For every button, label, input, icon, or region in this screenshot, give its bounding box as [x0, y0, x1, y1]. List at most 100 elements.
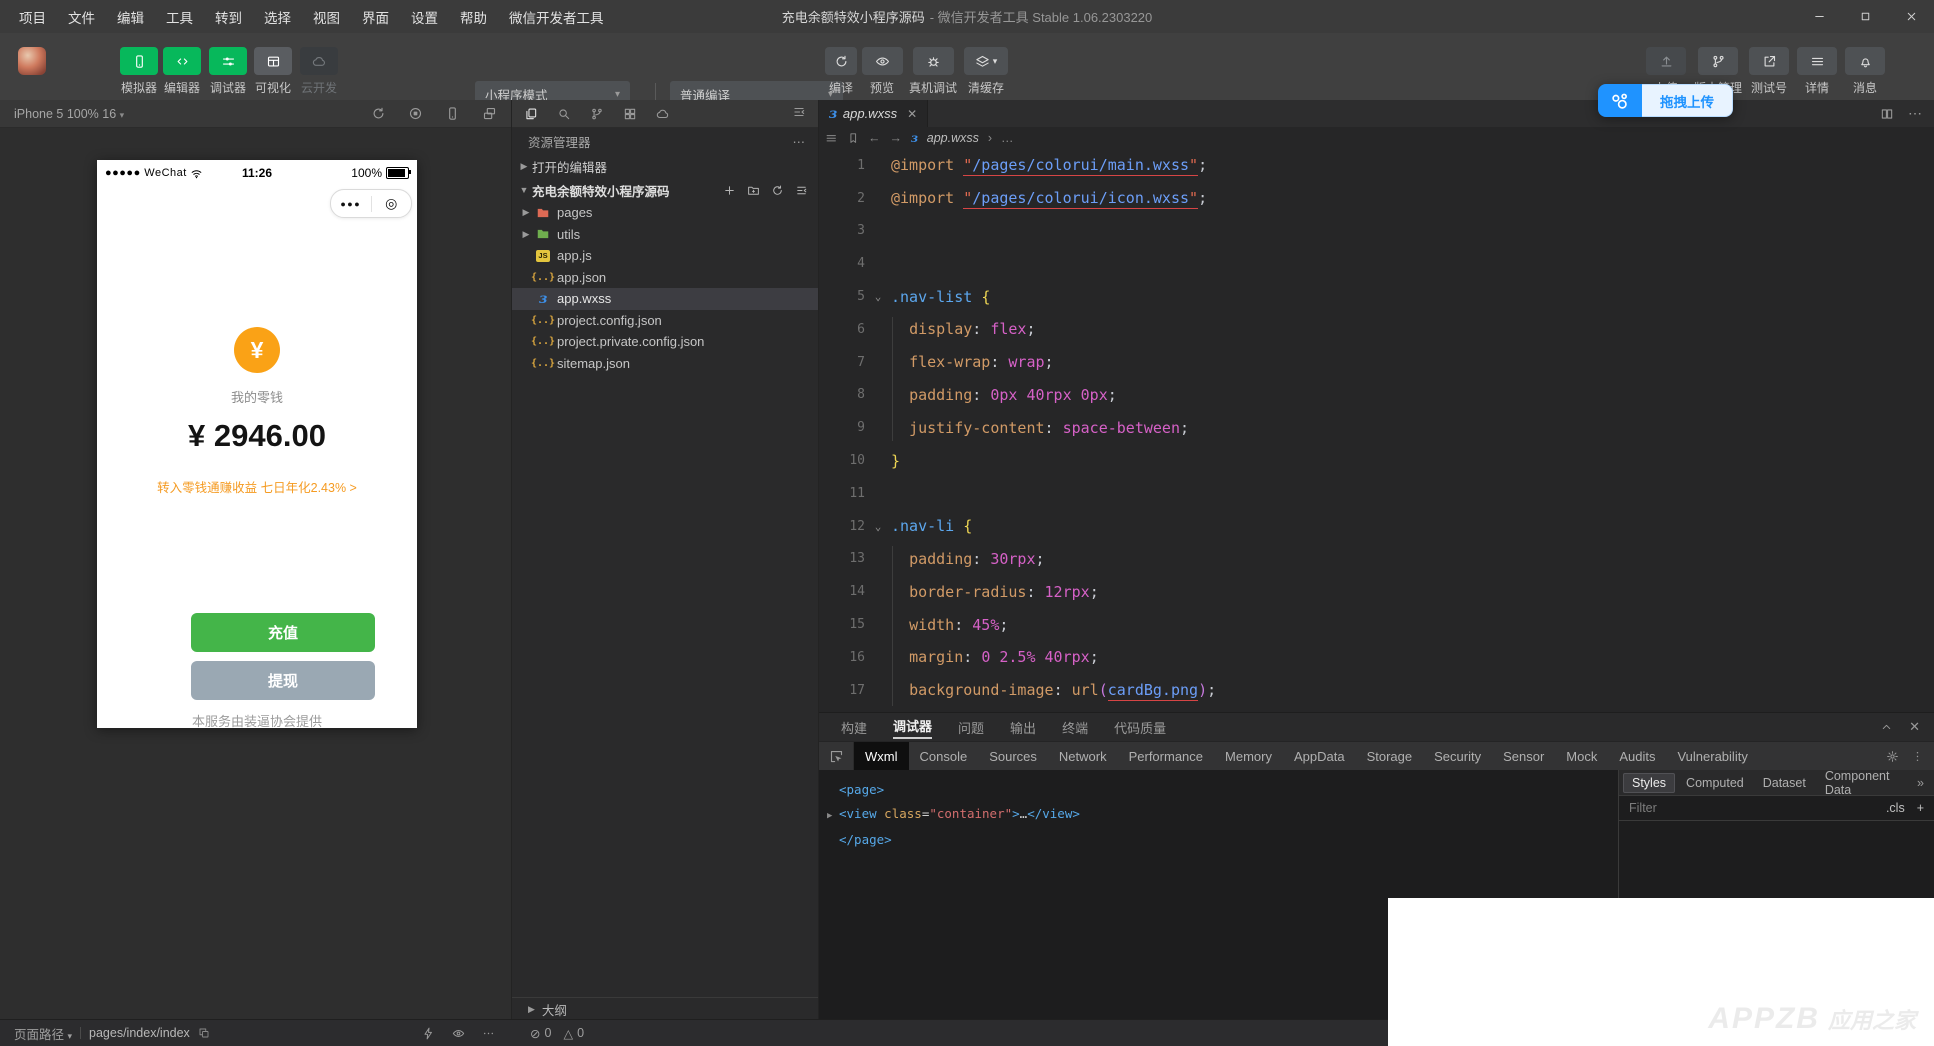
styles-tab-computed[interactable]: Computed: [1678, 774, 1752, 792]
debugger-tab-问题[interactable]: 问题: [958, 718, 984, 737]
outline-menu-icon[interactable]: [825, 132, 838, 145]
devtools-tab-network[interactable]: Network: [1048, 742, 1118, 770]
withdraw-button[interactable]: 提现: [191, 661, 375, 700]
devtools-tab-audits[interactable]: Audits: [1608, 742, 1666, 770]
devtools-tab-mock[interactable]: Mock: [1555, 742, 1608, 770]
cloud-icon[interactable]: [656, 107, 670, 121]
debugger-tab-终端[interactable]: 终端: [1062, 718, 1088, 737]
menu-item-5[interactable]: 转到: [204, 7, 253, 27]
filter-input[interactable]: Filter: [1619, 801, 1886, 815]
overflow-chevrons[interactable]: »: [1917, 776, 1930, 790]
collapse-icon[interactable]: [792, 105, 806, 119]
tree-item-pages[interactable]: ▶pages: [512, 202, 818, 224]
maximize-button[interactable]: [1842, 0, 1888, 33]
debugger-tab-代码质量[interactable]: 代码质量: [1114, 718, 1166, 737]
capsule-more-button[interactable]: ●●●: [331, 199, 371, 209]
problem-counts[interactable]: ⊘0 △0: [530, 1020, 584, 1046]
消息-button[interactable]: [1845, 47, 1885, 75]
debugger-tab-输出[interactable]: 输出: [1010, 718, 1036, 737]
menu-item-6[interactable]: 选择: [253, 7, 302, 27]
debugger-tab-调试器[interactable]: 调试器: [893, 716, 932, 739]
lightning-icon[interactable]: [422, 1027, 435, 1040]
search-icon[interactable]: [557, 107, 571, 121]
inspect-element-button[interactable]: [819, 742, 854, 770]
fold-chevron-icon[interactable]: ⌄: [865, 520, 891, 533]
blocks-icon[interactable]: [623, 107, 637, 121]
bookmark-icon[interactable]: [847, 132, 860, 145]
tree-item-utils[interactable]: ▶utils: [512, 224, 818, 246]
close-button[interactable]: [1888, 0, 1934, 33]
refresh-icon[interactable]: [771, 184, 784, 197]
menu-item-1[interactable]: 项目: [8, 7, 57, 27]
styles-tab-dataset[interactable]: Dataset: [1755, 774, 1814, 792]
device-select[interactable]: iPhone 5 100% 16 ▾: [14, 107, 124, 121]
phone-icon[interactable]: [445, 106, 460, 121]
more-icon[interactable]: [482, 1027, 495, 1040]
kebab-icon[interactable]: [1911, 750, 1924, 763]
fold-chevron-icon[interactable]: ⌄: [865, 290, 891, 303]
tree-item-app.js[interactable]: JSapp.js: [512, 245, 818, 267]
devtools-tab-console[interactable]: Console: [909, 742, 979, 770]
outline-section[interactable]: ▶ 大纲: [512, 997, 818, 1020]
chevup-icon[interactable]: [1880, 719, 1893, 735]
open-editors-section[interactable]: ▶ 打开的编辑器: [512, 154, 818, 178]
recharge-button[interactable]: 充值: [191, 613, 375, 652]
breadcrumb-file[interactable]: app.wxss: [927, 131, 979, 145]
menu-item-2[interactable]: 文件: [57, 7, 106, 27]
files-icon[interactable]: [524, 107, 538, 121]
tree-item-app.wxss[interactable]: ɜapp.wxss: [512, 288, 818, 310]
wxml-node-1[interactable]: <page>: [827, 778, 1618, 802]
page-path-select[interactable]: 页面路径 ▾: [14, 1024, 72, 1043]
split-editor-icon[interactable]: [1880, 105, 1894, 122]
devtools-tab-wxml[interactable]: Wxml: [854, 742, 909, 770]
menu-item-8[interactable]: 界面: [351, 7, 400, 27]
refresh-icon[interactable]: [371, 106, 386, 121]
devtools-tab-performance[interactable]: Performance: [1118, 742, 1214, 770]
folderplus-icon[interactable]: [747, 184, 760, 197]
copy-icon[interactable]: [198, 1027, 210, 1039]
devtools-tab-vulnerability[interactable]: Vulnerability: [1666, 742, 1758, 770]
styles-tab-styles[interactable]: Styles: [1623, 773, 1675, 793]
devtools-tab-storage[interactable]: Storage: [1356, 742, 1424, 770]
drag-upload-popup[interactable]: 拖拽上传: [1598, 84, 1733, 117]
menu-item-10[interactable]: 帮助: [449, 7, 498, 27]
tab-app-wxss[interactable]: ɜ app.wxss ✕: [819, 100, 928, 127]
plus-icon[interactable]: [723, 184, 736, 197]
tree-item-project.private.config.json[interactable]: {..}project.private.config.json: [512, 331, 818, 353]
menu-item-3[interactable]: 编辑: [106, 7, 155, 27]
user-avatar[interactable]: [18, 47, 46, 75]
menu-item-9[interactable]: 设置: [400, 7, 449, 27]
wallet-yield-link[interactable]: 转入零钱通赚收益 七日年化2.43% >: [97, 477, 417, 496]
windows-icon[interactable]: [482, 106, 497, 121]
styles-tab-component-data[interactable]: Component Data: [1817, 767, 1914, 799]
breadcrumb-more[interactable]: …: [1001, 131, 1014, 145]
tree-item-project.config.json[interactable]: {..}project.config.json: [512, 310, 818, 332]
record-icon[interactable]: [408, 106, 423, 121]
menu-item-7[interactable]: 视图: [302, 7, 351, 27]
more-icon[interactable]: ⋯: [1908, 105, 1922, 122]
devtools-tab-appdata[interactable]: AppData: [1283, 742, 1356, 770]
more-icon[interactable]: ⋯: [793, 134, 807, 149]
add-style-button[interactable]: +: [1905, 801, 1934, 815]
close-icon[interactable]: ✕: [907, 107, 917, 121]
devtools-tab-security[interactable]: Security: [1423, 742, 1492, 770]
debugger-tab-构建[interactable]: 构建: [841, 718, 867, 737]
cls-toggle[interactable]: .cls: [1886, 801, 1905, 815]
close-icon[interactable]: ✕: [1909, 719, 1920, 735]
清缓存-button[interactable]: ▾: [964, 47, 1008, 75]
code-editor[interactable]: 1@import "/pages/colorui/main.wxss";2@im…: [819, 149, 1934, 712]
menu-item-11[interactable]: 微信开发者工具: [498, 7, 615, 27]
nav-back-icon[interactable]: ←: [868, 131, 881, 145]
gear-icon[interactable]: [1886, 750, 1899, 763]
tree-item-sitemap.json[interactable]: {..}sitemap.json: [512, 353, 818, 375]
project-root-row[interactable]: ▼ 充电余额特效小程序源码: [512, 178, 818, 202]
eye-icon[interactable]: [452, 1027, 465, 1040]
devtools-tab-sources[interactable]: Sources: [978, 742, 1048, 770]
tree-item-app.json[interactable]: {..}app.json: [512, 267, 818, 289]
nav-forward-icon[interactable]: →: [890, 131, 903, 145]
devtools-tab-memory[interactable]: Memory: [1214, 742, 1283, 770]
云开发-button[interactable]: [300, 47, 338, 75]
wxml-node-2[interactable]: ▶<view class="container">…</view>: [827, 802, 1618, 828]
wxml-node-3[interactable]: </page>: [827, 828, 1618, 852]
branch-icon[interactable]: [590, 107, 604, 121]
